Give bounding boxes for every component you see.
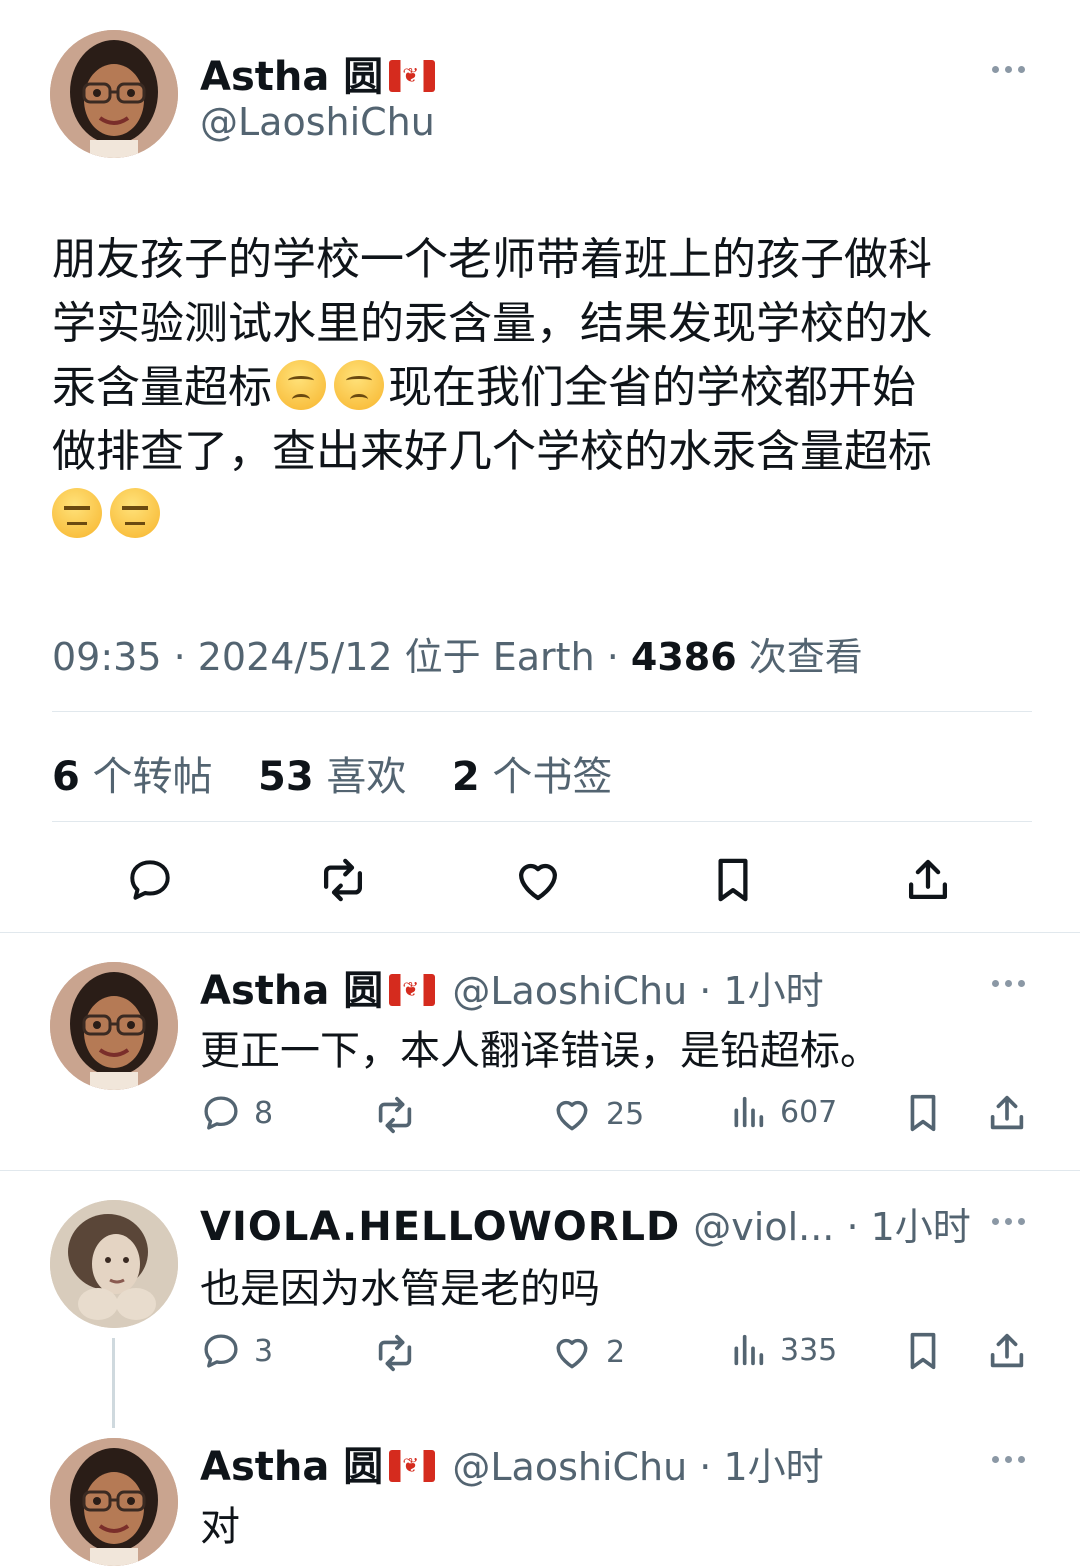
reply-author-name[interactable]: VIOLA.HELLOWORLD bbox=[200, 1204, 680, 1250]
reply-text: 对 bbox=[200, 1504, 240, 1550]
views-count: 4386 bbox=[630, 635, 737, 679]
more-options-icon[interactable] bbox=[992, 66, 1025, 73]
repost-icon bbox=[378, 1096, 412, 1134]
reply-icon bbox=[204, 1334, 238, 1368]
likes-stat[interactable]: 53 喜欢 bbox=[258, 754, 406, 800]
share-icon bbox=[908, 859, 948, 900]
author-avatar[interactable] bbox=[50, 30, 178, 158]
tweet-stats: 6 个转帖 53 喜欢 2 个书签 bbox=[52, 744, 612, 802]
share-icon bbox=[990, 1095, 1024, 1130]
reply-header: Astha 圆 @LaoshiChu · 1小时 bbox=[200, 1434, 824, 1492]
tweet-text-line: 朋友孩子的学校一个老师带着班上的孩子做科 bbox=[52, 234, 932, 285]
reply-icon bbox=[204, 1096, 238, 1130]
reply-avatar[interactable] bbox=[50, 1438, 178, 1566]
more-options-icon[interactable] bbox=[992, 1218, 1025, 1225]
tweet-text-line: 学实验测试水里的汞含量，结果发现学校的水 bbox=[52, 298, 932, 349]
bookmark-action[interactable] bbox=[900, 1328, 946, 1374]
bookmark-button[interactable] bbox=[703, 850, 763, 910]
bookmark-icon bbox=[718, 858, 748, 902]
reposts-stat[interactable]: 6 个转帖 bbox=[52, 754, 213, 800]
divider bbox=[0, 932, 1080, 933]
author-name-text[interactable]: Astha 圆 bbox=[200, 54, 383, 100]
like-count: 2 bbox=[606, 1334, 626, 1370]
reply-action[interactable]: 3 bbox=[200, 1330, 273, 1372]
reply-count: 8 bbox=[254, 1095, 274, 1131]
author-handle[interactable]: @LaoshiChu bbox=[200, 100, 435, 144]
bookmark-icon bbox=[910, 1332, 936, 1370]
analytics-icon bbox=[734, 1096, 764, 1128]
more-options-icon[interactable] bbox=[992, 980, 1025, 987]
bookmarks-stat[interactable]: 2 个书签 bbox=[452, 754, 613, 800]
repost-icon bbox=[323, 858, 363, 902]
reply-text: 也是因为水管是老的吗 bbox=[200, 1266, 600, 1312]
canada-flag-icon bbox=[389, 974, 436, 1006]
share-icon bbox=[990, 1333, 1024, 1368]
sad-face-emoji-icon bbox=[276, 360, 326, 410]
sad-face-emoji-icon bbox=[334, 360, 384, 410]
analytics-icon bbox=[734, 1334, 764, 1366]
reply-action[interactable]: 8 bbox=[200, 1092, 273, 1134]
bookmark-action[interactable] bbox=[900, 1090, 946, 1136]
expressionless-face-emoji-icon bbox=[52, 488, 102, 538]
view-count: 607 bbox=[780, 1094, 838, 1130]
heart-icon bbox=[518, 863, 558, 901]
heart-icon bbox=[556, 1100, 588, 1131]
divider bbox=[52, 821, 1032, 822]
divider bbox=[52, 711, 1032, 712]
view-count: 335 bbox=[780, 1332, 838, 1368]
share-action[interactable] bbox=[984, 1090, 1030, 1136]
reply-icon bbox=[130, 860, 170, 900]
reply-author-handle[interactable]: @LaoshiChu · 1小时 bbox=[452, 1445, 823, 1489]
expressionless-face-emoji-icon bbox=[110, 488, 160, 538]
reply-text: 更正一下，本人翻译错误，是铅超标。 bbox=[200, 1028, 880, 1074]
canada-flag-icon bbox=[389, 1450, 436, 1482]
reply-author-name[interactable]: Astha 圆 bbox=[200, 968, 383, 1014]
like-action[interactable]: 2 bbox=[550, 1330, 625, 1374]
tweet-meta: 09:35 · 2024/5/12 位于 Earth · 4386 次查看 bbox=[52, 626, 863, 681]
reply-avatar[interactable] bbox=[50, 962, 178, 1090]
reply-author-name[interactable]: Astha 圆 bbox=[200, 1444, 383, 1490]
like-count: 25 bbox=[606, 1096, 645, 1132]
views-action[interactable]: 607 bbox=[728, 1092, 837, 1132]
divider bbox=[0, 1170, 1080, 1171]
repost-action[interactable] bbox=[372, 1330, 418, 1376]
views-label: 次查看 bbox=[736, 635, 863, 679]
reply-avatar[interactable] bbox=[50, 1200, 178, 1328]
reply-count: 3 bbox=[254, 1333, 274, 1369]
tweet-text-line: 做排查了，查出来好几个学校的水汞含量超标 bbox=[52, 426, 932, 477]
repost-action[interactable] bbox=[372, 1092, 418, 1138]
tweet-timestamp[interactable]: 09:35 · 2024/5/12 位于 Earth · bbox=[52, 635, 631, 679]
more-options-icon[interactable] bbox=[992, 1456, 1025, 1463]
tweet-text-line bbox=[52, 484, 1042, 548]
reply-header: VIOLA.HELLOWORLD @viol... · 1小时 bbox=[200, 1196, 971, 1251]
author-name[interactable]: Astha 圆 bbox=[200, 44, 436, 102]
like-action[interactable]: 25 bbox=[550, 1092, 644, 1136]
reply-author-handle[interactable]: @viol... · 1小时 bbox=[693, 1205, 971, 1249]
bookmark-icon bbox=[910, 1094, 936, 1132]
share-button[interactable] bbox=[898, 850, 958, 910]
tweet-body: 朋友孩子的学校一个老师带着班上的孩子做科 学实验测试水里的汞含量，结果发现学校的… bbox=[52, 228, 1042, 548]
heart-icon bbox=[556, 1338, 588, 1369]
repost-icon bbox=[378, 1334, 412, 1372]
canada-flag-icon bbox=[389, 60, 436, 92]
views-action[interactable]: 335 bbox=[728, 1330, 837, 1370]
reply-button[interactable] bbox=[120, 850, 180, 910]
reply-header: Astha 圆 @LaoshiChu · 1小时 bbox=[200, 958, 824, 1016]
repost-button[interactable] bbox=[313, 850, 373, 910]
share-action[interactable] bbox=[984, 1328, 1030, 1374]
tweet-text-line: 汞含量超标 现在我们全省的学校都开始 bbox=[52, 360, 916, 413]
like-button[interactable] bbox=[508, 850, 568, 910]
thread-connector bbox=[112, 1338, 115, 1428]
reply-author-handle[interactable]: @LaoshiChu · 1小时 bbox=[452, 969, 823, 1013]
